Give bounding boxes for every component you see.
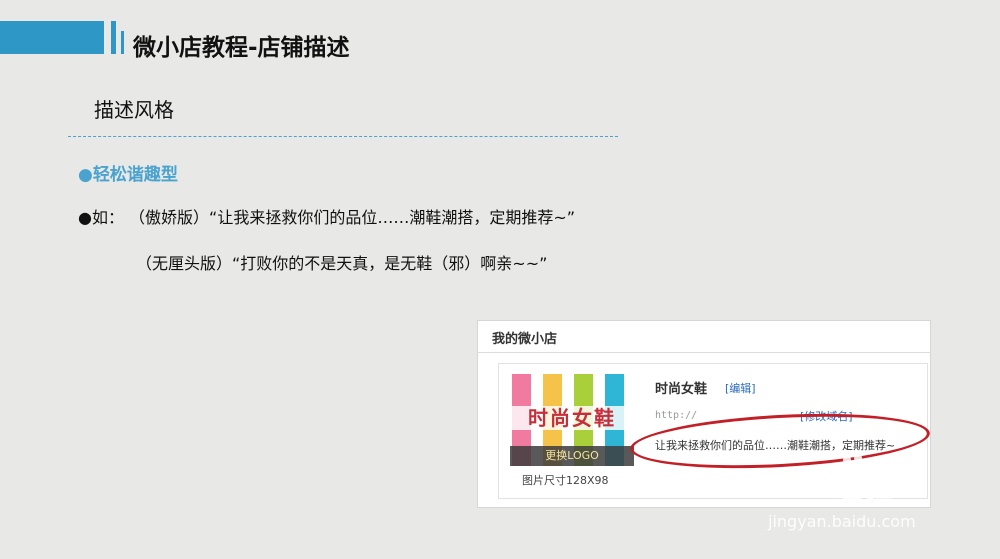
panel-title: 我的微小店	[492, 332, 558, 347]
header-accent-bar	[0, 21, 104, 54]
shop-name: 时尚女鞋	[655, 382, 708, 397]
page-title: 微小店教程-店铺描述	[133, 35, 350, 61]
logo-text: 时尚女鞋	[510, 406, 634, 430]
image-size-label: 图片尺寸128X98	[522, 474, 609, 487]
shop-url: http://	[655, 410, 698, 421]
header-accent-bar-thin	[111, 21, 116, 54]
dashed-divider	[68, 136, 618, 137]
watermark-brand: Bai 经验	[764, 470, 894, 505]
header-accent-bar-small	[121, 31, 124, 54]
change-logo-button[interactable]: 更换LOGO	[510, 446, 634, 466]
panel-header: 我的微小店	[478, 321, 930, 353]
shop-logo: 时尚女鞋 更换LOGO	[510, 374, 634, 466]
bullet-heading: ●轻松谐趣型	[78, 165, 178, 185]
example-line-2: （无厘头版）“打败你的不是天真，是无鞋（邪）啊亲~~”	[136, 254, 548, 273]
example-line-1: ●如： （傲娇版）“让我来拯救你们的品位……潮鞋潮搭，定期推荐~”	[78, 208, 576, 227]
slide: 微小店教程-店铺描述 描述风格 ●轻松谐趣型 ●如： （傲娇版）“让我来拯救你们…	[0, 0, 1000, 559]
edit-link[interactable]: [编辑]	[725, 380, 756, 396]
section-title: 描述风格	[94, 98, 174, 122]
watermark-url: jingyan.baidu.com	[768, 512, 916, 531]
